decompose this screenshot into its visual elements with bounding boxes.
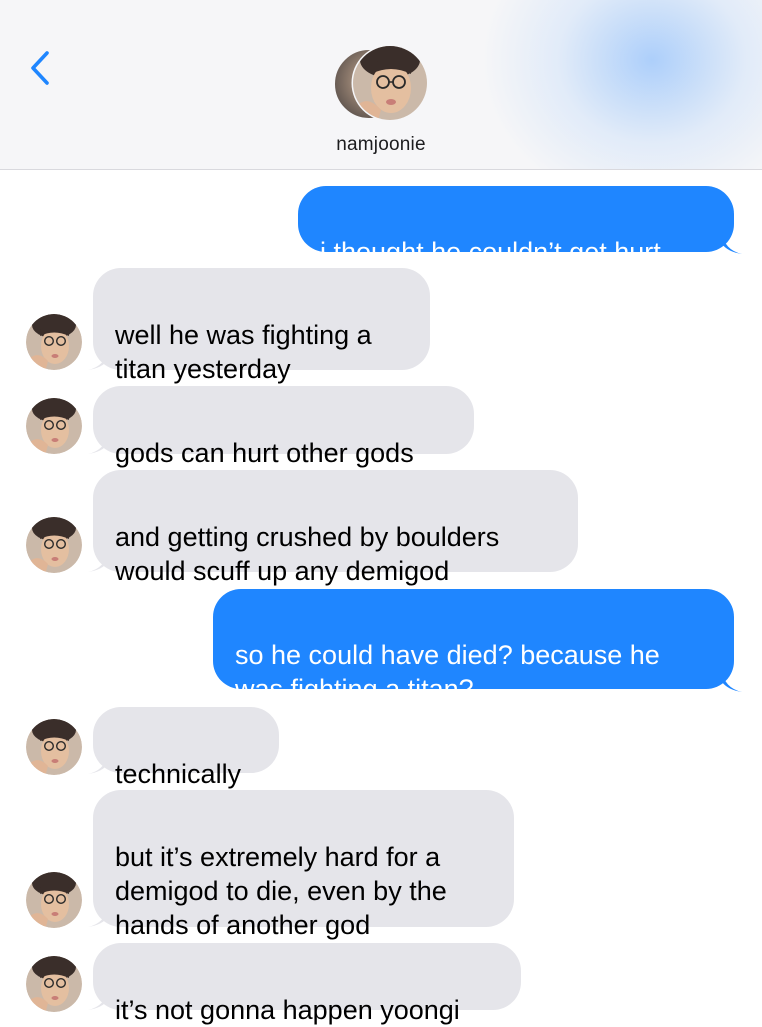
message-incoming[interactable]: technically bbox=[93, 707, 279, 789]
message-incoming[interactable]: well he was fighting a titan yesterday bbox=[93, 268, 430, 384]
message-text: and getting crushed by boulders would sc… bbox=[115, 522, 500, 586]
sender-avatar[interactable] bbox=[26, 956, 82, 1012]
sender-avatar[interactable] bbox=[26, 398, 82, 454]
message-text: gods can hurt other gods bbox=[115, 438, 414, 468]
avatar-photo bbox=[351, 44, 429, 122]
sender-avatar[interactable] bbox=[26, 872, 82, 928]
chevron-left-icon bbox=[31, 51, 49, 85]
sender-avatar[interactable] bbox=[26, 314, 82, 370]
message-incoming[interactable]: gods can hurt other gods bbox=[93, 386, 474, 468]
bubble-tail bbox=[722, 232, 742, 254]
bubble-tail bbox=[88, 432, 108, 454]
message-text: technically bbox=[115, 759, 242, 789]
message-incoming[interactable]: it’s not gonna happen yoongi bbox=[93, 943, 521, 1025]
message-text: well he was fighting a titan yesterday bbox=[115, 320, 372, 384]
bubble-tail bbox=[88, 752, 108, 774]
message-text: but it’s extremely hard for a demigod to… bbox=[115, 842, 447, 940]
bubble-tail bbox=[88, 905, 108, 927]
bubble-tail bbox=[88, 348, 108, 370]
bubble-tail bbox=[722, 670, 742, 692]
message-text: i thought he couldn’t get hurt bbox=[320, 237, 661, 267]
sender-avatar[interactable] bbox=[26, 517, 82, 573]
message-text: it’s not gonna happen yoongi bbox=[115, 995, 460, 1025]
conversation-header: namjoonie bbox=[0, 0, 762, 170]
message-incoming[interactable]: but it’s extremely hard for a demigod to… bbox=[93, 790, 514, 940]
message-outgoing[interactable]: so he could have died? because he was fi… bbox=[213, 589, 734, 704]
message-incoming[interactable]: and getting crushed by boulders would sc… bbox=[93, 470, 578, 586]
message-text: so he could have died? because he was fi… bbox=[235, 640, 660, 704]
bubble-tail bbox=[88, 550, 108, 572]
back-button[interactable] bbox=[20, 48, 60, 88]
sender-avatar[interactable] bbox=[26, 719, 82, 775]
message-outgoing[interactable]: i thought he couldn’t get hurt bbox=[298, 186, 734, 267]
contact-avatar[interactable] bbox=[333, 44, 429, 124]
bubble-tail bbox=[88, 988, 108, 1010]
contact-name[interactable]: namjoonie bbox=[0, 134, 762, 156]
